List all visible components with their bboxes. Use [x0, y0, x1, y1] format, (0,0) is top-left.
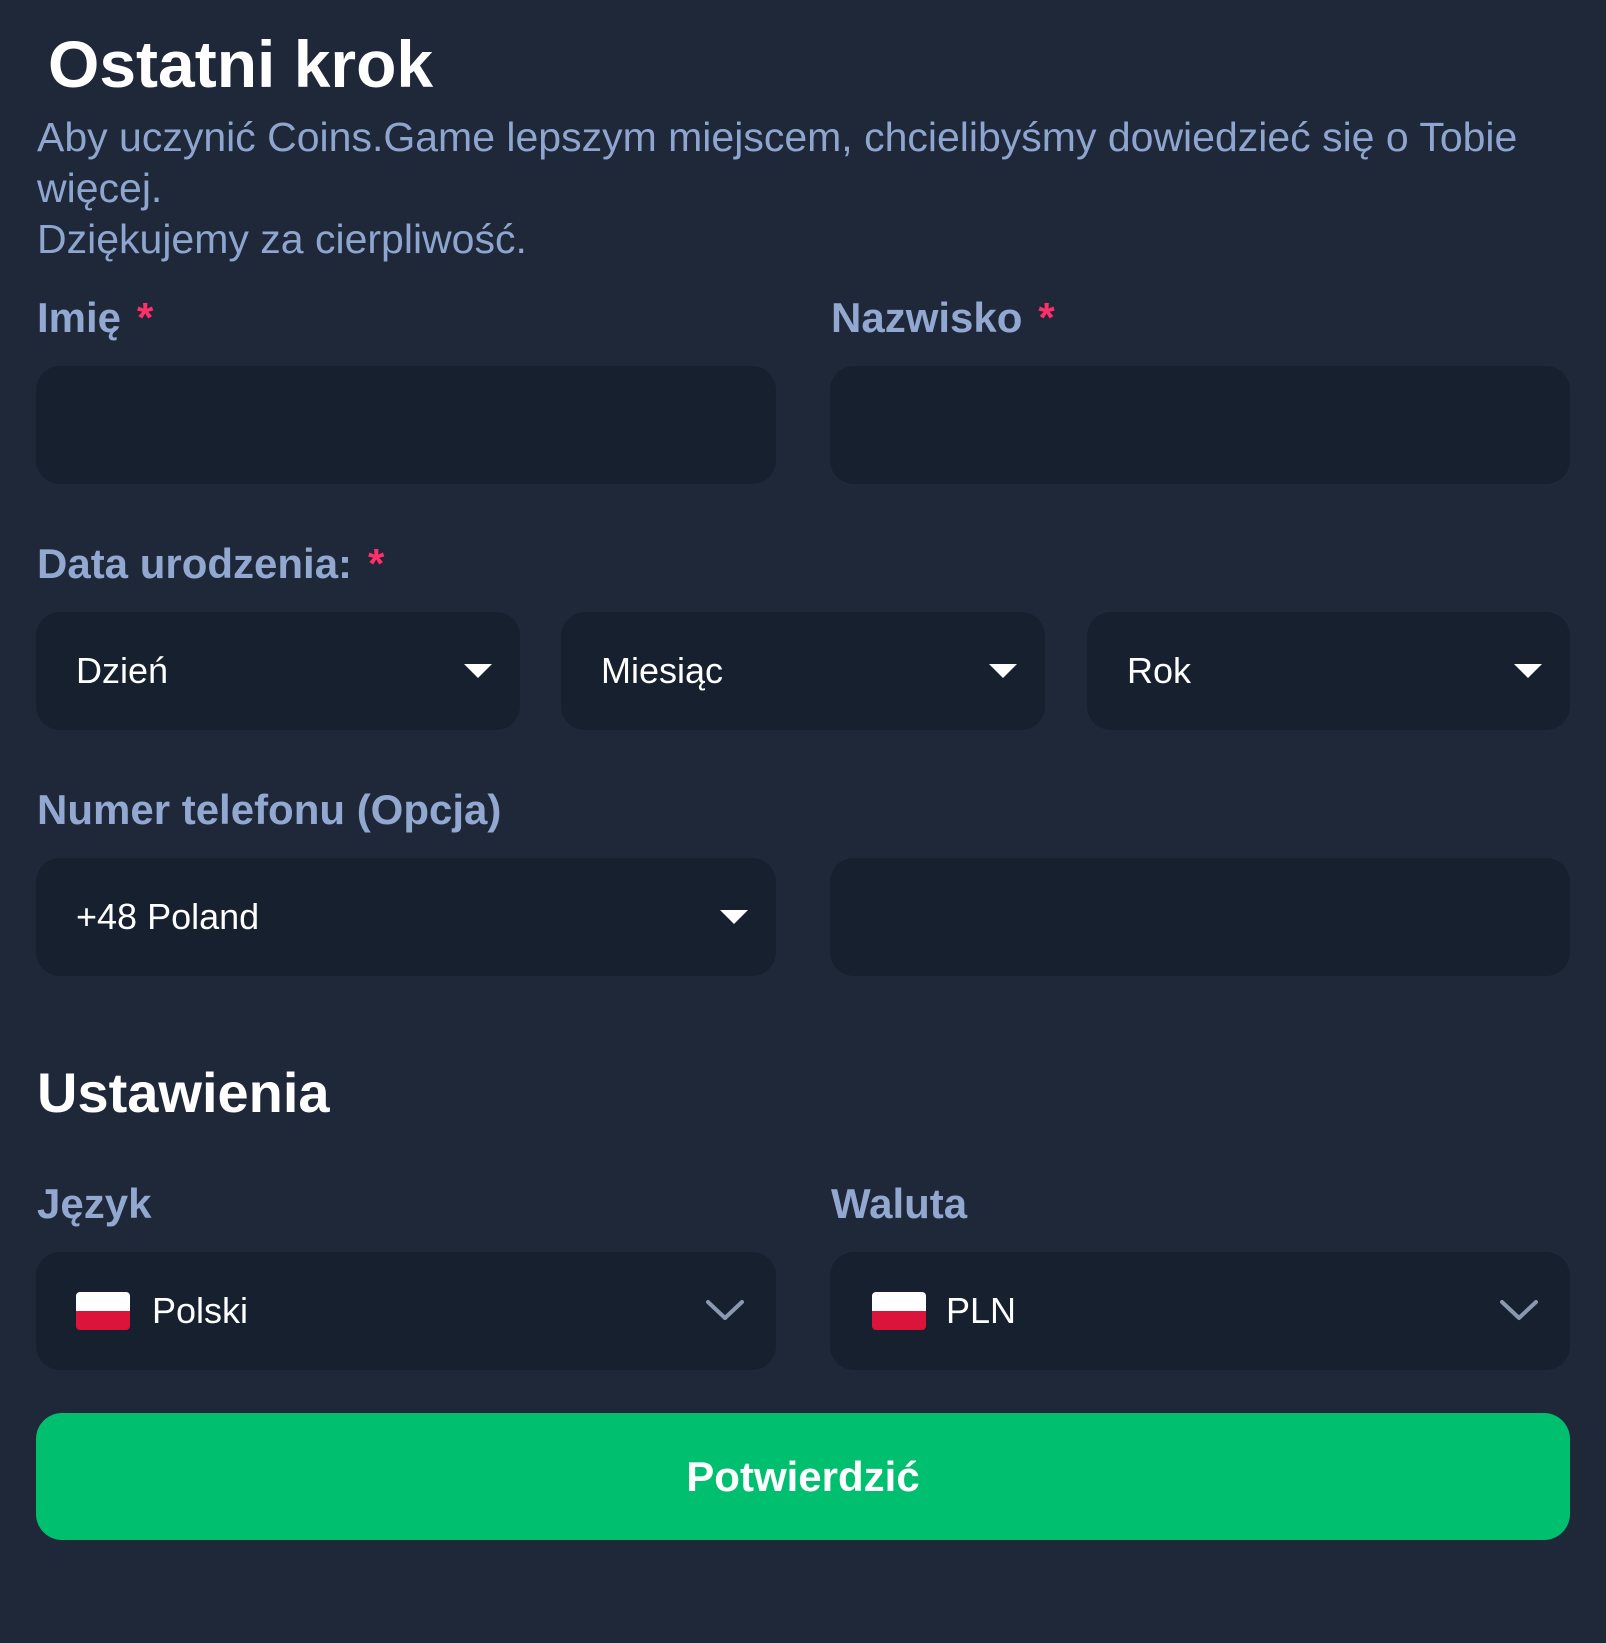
language-label: Język	[37, 1179, 151, 1229]
language-label-text: Język	[37, 1180, 152, 1227]
last-name-label: Nazwisko *	[831, 293, 1055, 343]
month-select[interactable]: Miesiąc	[561, 612, 1045, 730]
country-code-value: +48 Poland	[76, 896, 260, 937]
last-name-label-text: Nazwisko	[831, 294, 1023, 341]
subtitle-intro: Aby uczynić Coins.Game lepszym miejscem,…	[37, 114, 1518, 211]
day-select-value: Dzień	[76, 650, 169, 691]
phone-label-text: Numer telefonu (Opcja)	[37, 786, 502, 833]
last-name-input[interactable]	[830, 366, 1570, 484]
settings-title: Ustawienia	[37, 1061, 330, 1124]
subtitle-thanks: Dziękujemy za cierpliwość.	[37, 216, 527, 262]
poland-flag-icon	[872, 1292, 926, 1330]
currency-select[interactable]: PLN	[830, 1252, 1570, 1370]
phone-number-input[interactable]	[830, 858, 1570, 976]
required-mark: *	[368, 540, 385, 587]
first-name-input[interactable]	[36, 366, 776, 484]
caret-down-icon	[464, 664, 492, 678]
confirm-button[interactable]: Potwierdzić	[36, 1413, 1570, 1540]
currency-label: Waluta	[831, 1179, 967, 1229]
page-subtitle: Aby uczynić Coins.Game lepszym miejscem,…	[37, 112, 1577, 265]
month-select-value: Miesiąc	[601, 650, 724, 691]
poland-flag-icon	[76, 1292, 130, 1330]
day-select[interactable]: Dzień	[36, 612, 520, 730]
caret-down-icon	[1514, 664, 1542, 678]
country-code-select[interactable]: +48 Poland	[36, 858, 776, 976]
birth-date-label-text: Data urodzenia:	[37, 540, 353, 587]
language-select[interactable]: Polski	[36, 1252, 776, 1370]
chevron-down-icon	[706, 1300, 744, 1320]
year-select-value: Rok	[1127, 650, 1192, 691]
language-select-value: Polski	[152, 1290, 249, 1331]
first-name-label: Imię *	[37, 293, 153, 343]
currency-select-value: PLN	[946, 1290, 1017, 1331]
currency-label-text: Waluta	[831, 1180, 968, 1227]
caret-down-icon	[720, 910, 748, 924]
chevron-down-icon	[1500, 1300, 1538, 1320]
year-select[interactable]: Rok	[1087, 612, 1570, 730]
phone-label: Numer telefonu (Opcja)	[37, 785, 501, 835]
required-mark: *	[1038, 294, 1055, 341]
page-title: Ostatni krok	[48, 27, 434, 101]
birth-date-label: Data urodzenia: *	[37, 539, 384, 589]
caret-down-icon	[989, 664, 1017, 678]
first-name-label-text: Imię	[37, 294, 122, 341]
required-mark: *	[137, 294, 154, 341]
